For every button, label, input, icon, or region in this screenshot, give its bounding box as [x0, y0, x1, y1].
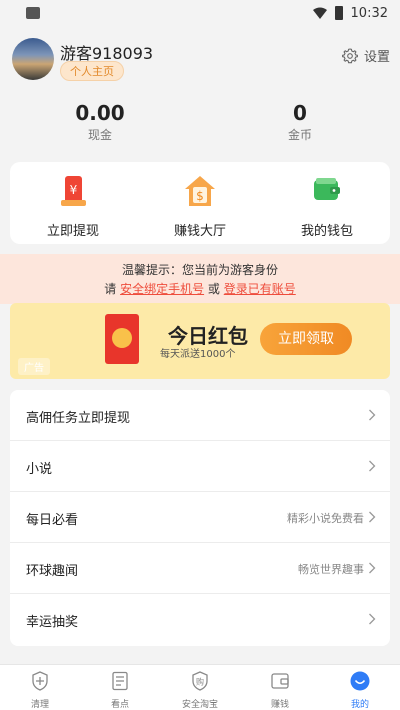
my-wallet-label: 我的钱包 [300, 224, 353, 239]
nav-earn[interactable]: 赚钱 [240, 671, 320, 710]
cash-label: 现金 [87, 128, 112, 142]
svg-text:¥: ¥ [70, 183, 78, 197]
menu-item-daily-must-see[interactable]: 每日必看 精彩小说免费看 [10, 492, 390, 543]
menu-item-label: 环球趣闻 [26, 564, 79, 579]
nav-label: 安全淘宝 [181, 700, 218, 710]
earning-hall-icon: $ [185, 176, 215, 206]
nav-label: 清理 [30, 700, 49, 710]
shop-shield-icon: 购 [192, 671, 208, 691]
homepage-button[interactable]: 个人主页 [60, 61, 124, 81]
status-bar: 10:32 [0, 0, 400, 26]
withdraw-label: 立即提现 [46, 224, 99, 239]
menu-item-high-commission-tasks[interactable]: 高佣任务立即提现 [10, 390, 390, 441]
menu-item-label: 幸运抽奖 [26, 615, 79, 630]
svg-text:购: 购 [196, 677, 204, 687]
wallet-icon [271, 673, 289, 689]
nav-clean[interactable]: 清理 [0, 671, 80, 710]
menu-item-novels[interactable]: 小说 [10, 441, 390, 492]
menu-item-subtitle: 畅览世界趣事 [298, 563, 364, 576]
notice-line2: 请 安全绑定手机号 或 登录已有账号 [0, 280, 400, 299]
coin-value: 0 [293, 101, 307, 125]
avatar[interactable] [12, 38, 54, 80]
withdraw-button[interactable]: ¥ 立即提现 [18, 174, 128, 239]
bottom-nav: 清理 看点 购 安全淘宝 赚钱 我的 [0, 664, 400, 710]
bind-phone-link[interactable]: 安全绑定手机号 [120, 282, 204, 296]
notice-prefix: 请 [104, 282, 117, 296]
earning-hall-button[interactable]: $ 赚钱大厅 [145, 174, 255, 239]
earning-hall-label: 赚钱大厅 [173, 224, 226, 239]
battery-icon [334, 6, 343, 20]
nav-label: 赚钱 [270, 700, 289, 710]
coin-label: 金币 [287, 128, 312, 142]
settings-button[interactable]: 设置 [342, 46, 390, 65]
nav-label: 我的 [350, 700, 369, 710]
notice-line1: 温馨提示：您当前为游客身份 [121, 263, 278, 277]
cash-stat[interactable]: 0.00 现金 [40, 100, 160, 144]
chevron-right-icon [369, 613, 376, 625]
balance-stats: 0.00 现金 0 金币 [0, 100, 400, 150]
nav-label: 看点 [110, 700, 129, 710]
chevron-right-icon [369, 460, 376, 472]
menu-item-label: 高佣任务立即提现 [26, 411, 131, 426]
news-icon [112, 671, 128, 691]
status-time: 10:32 [350, 5, 388, 21]
ad-subtitle: 每天派送1000个 [160, 349, 236, 360]
nav-mine[interactable]: 我的 [320, 671, 400, 710]
svg-text:$: $ [196, 189, 204, 203]
menu-item-label: 每日必看 [26, 513, 79, 528]
ad-tag: 广告 [18, 358, 50, 375]
gear-icon [342, 47, 358, 63]
guest-notice: 温馨提示：您当前为游客身份 请 安全绑定手机号 或 登录已有账号 [0, 254, 400, 304]
chevron-right-icon [369, 562, 376, 574]
menu-item-subtitle: 精彩小说免费看 [287, 512, 364, 525]
notice-middle: 或 [207, 282, 220, 296]
chevron-right-icon [369, 409, 376, 421]
menu-list: 高佣任务立即提现 小说 每日必看 精彩小说免费看 环球趣闻 畅览世界趣事 幸运抽… [10, 390, 390, 646]
red-packet-ad-banner[interactable]: 今日红包 每天派送1000个 立即领取 广告 [10, 303, 390, 379]
quick-actions-card: ¥ 立即提现 $ 赚钱大厅 我的钱包 [10, 162, 390, 244]
settings-label: 设置 [363, 50, 390, 65]
nav-highlights[interactable]: 看点 [80, 671, 160, 710]
nav-safe-taobao[interactable]: 购 安全淘宝 [160, 671, 240, 710]
menu-item-label: 小说 [26, 462, 53, 477]
chevron-right-icon [369, 511, 376, 523]
notification-icon [26, 7, 40, 19]
profile-header: 游客918093 个人主页 设置 [0, 26, 400, 98]
cash-value: 0.00 [75, 101, 125, 125]
my-wallet-button[interactable]: 我的钱包 [272, 174, 382, 239]
wifi-icon [312, 7, 327, 19]
wallet-icon [314, 178, 340, 200]
login-link[interactable]: 登录已有账号 [224, 282, 296, 296]
withdraw-icon: ¥ [61, 176, 86, 206]
claim-now-button[interactable]: 立即领取 [260, 323, 352, 355]
red-envelope-icon [105, 314, 139, 364]
profile-icon [350, 671, 370, 691]
menu-item-world-news[interactable]: 环球趣闻 畅览世界趣事 [10, 543, 390, 594]
menu-item-lucky-draw[interactable]: 幸运抽奖 [10, 594, 390, 645]
shield-plus-icon [32, 671, 48, 691]
coin-stat[interactable]: 0 金币 [240, 100, 360, 144]
